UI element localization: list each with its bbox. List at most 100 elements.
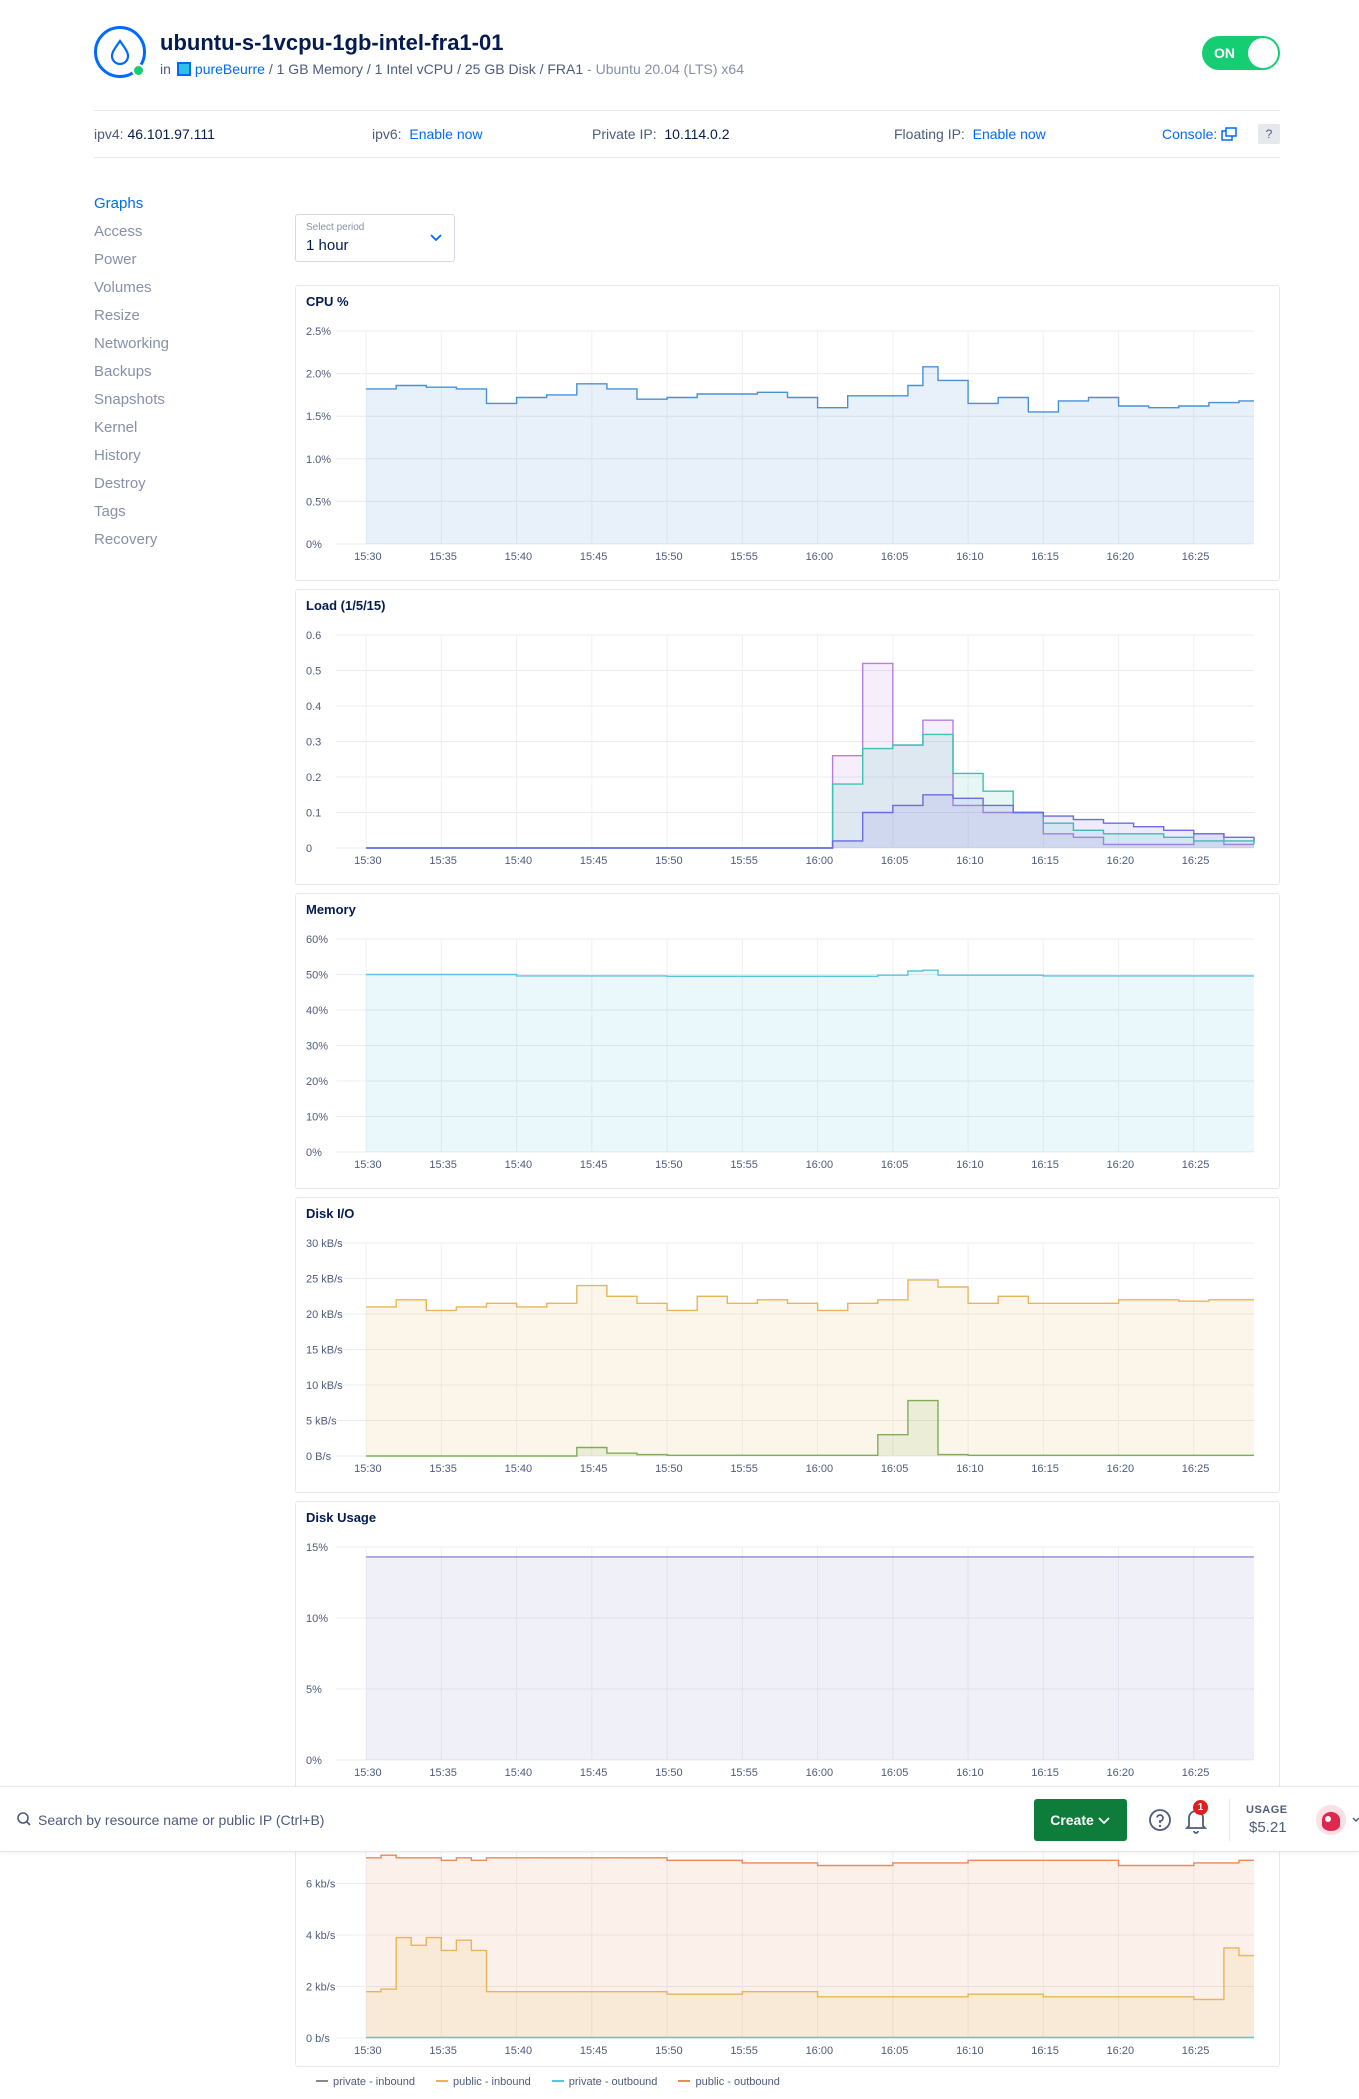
x-tick-label: 15:55: [730, 855, 758, 867]
chart-card-memory: 0% 10% 20% 30% 40% 50% 60% 15:30 15:35 15:40 15:45…: [295, 893, 1280, 1189]
private-ip-info: Private IP: 10.114.0.2: [592, 126, 730, 142]
sidebar-item-graphs[interactable]: Graphs: [94, 190, 254, 218]
private-ip-value[interactable]: 10.114.0.2: [664, 126, 729, 142]
droplet-graphs-page: { "droplet": { "name": "ubuntu-s-1vcpu-1…: [0, 0, 1359, 2099]
bandwidth-legend: private - inbound public - inbound priva…: [316, 2076, 798, 2088]
x-tick-label: 16:00: [806, 855, 834, 867]
x-tick-label: 15:55: [730, 1463, 758, 1475]
y-tick-label: 1.5%: [306, 411, 331, 423]
x-tick-label: 16:00: [806, 1159, 834, 1171]
y-tick-label: 0.4: [306, 701, 321, 713]
droplet-specs: / 1 GB Memory / 1 Intel vCPU / 25 GB Dis…: [264, 61, 584, 77]
sidebar-item-tags[interactable]: Tags: [94, 498, 254, 526]
period-select-value: 1 hour: [306, 237, 349, 254]
x-tick-label: 15:30: [354, 1463, 382, 1475]
legend-item[interactable]: public - inbound: [436, 2076, 531, 2088]
floating-ip-label: Floating IP:: [894, 126, 965, 142]
legend-item[interactable]: private - outbound: [551, 2076, 657, 2088]
chart-svg: 0 B/s 5 kB/s 10 kB/s 15 kB/s 20 kB/s 25 kB/s 3…: [306, 1238, 1255, 1475]
sidebar-item-volumes[interactable]: Volumes: [94, 274, 254, 302]
x-tick-label: 16:20: [1107, 1159, 1135, 1171]
y-tick-label: 0.3: [306, 737, 321, 749]
floating-ip-enable-link[interactable]: Enable now: [973, 126, 1046, 142]
sidebar-item-destroy[interactable]: Destroy: [94, 470, 254, 498]
legend-item[interactable]: private - inbound: [316, 2076, 415, 2088]
sidebar-item-kernel[interactable]: Kernel: [94, 414, 254, 442]
console-help-button[interactable]: ?: [1258, 124, 1280, 144]
droplet-sidebar: Graphs Access Power Volumes Resize Netwo…: [94, 190, 254, 554]
y-tick-label: 10 kB/s: [306, 1380, 343, 1392]
avatar[interactable]: [1316, 1805, 1346, 1835]
y-tick-label: 0 b/s: [306, 2033, 330, 2045]
avatar-image: [1316, 1805, 1346, 1835]
chevron-down-icon[interactable]: [1352, 1817, 1359, 1823]
console-link[interactable]: Console:: [1162, 126, 1237, 142]
project-icon: [176, 62, 191, 76]
series-area: [366, 366, 1255, 544]
legend-label: private - inbound: [333, 2076, 415, 2088]
chart-card-disk-usage: 0% 5% 10% 15% 15:30 15:35 15:40 15:45 15:50 15:55…: [295, 1501, 1280, 1797]
legend-item[interactable]: public - outbound: [678, 2076, 780, 2088]
x-tick-label: 16:10: [956, 551, 984, 563]
y-tick-label: 15%: [306, 1542, 328, 1554]
y-tick-label: 4 kb/s: [306, 1930, 336, 1942]
series-area: [366, 663, 1255, 848]
console-label: Console:: [1162, 126, 1218, 142]
y-tick-label: 2.0%: [306, 369, 331, 381]
sidebar-item-snapshots[interactable]: Snapshots: [94, 386, 254, 414]
x-tick-label: 15:50: [655, 1463, 683, 1475]
period-select[interactable]: Select period 1 hour: [295, 214, 455, 262]
legend-label: public - outbound: [695, 2076, 780, 2088]
y-tick-label: 0%: [306, 1147, 322, 1159]
x-tick-label: 16:10: [956, 2045, 984, 2057]
x-tick-label: 16:15: [1031, 551, 1059, 563]
y-tick-label: 2 kb/s: [306, 1982, 336, 1994]
usage-value[interactable]: $5.21: [1249, 1819, 1287, 1836]
top-nav-bar: Create 1 USAGE $5.21: [0, 1786, 1359, 1852]
y-tick-label: 30 kB/s: [306, 1238, 343, 1250]
x-tick-label: 15:40: [505, 1159, 533, 1171]
y-tick-label: 10%: [306, 1613, 328, 1625]
sidebar-item-resize[interactable]: Resize: [94, 302, 254, 330]
create-button-label: Create: [1050, 1812, 1094, 1828]
sidebar-item-networking[interactable]: Networking: [94, 330, 254, 358]
y-tick-label: 5 kB/s: [306, 1416, 337, 1428]
sidebar-item-access[interactable]: Access: [94, 218, 254, 246]
series-line[interactable]: [366, 662, 1254, 849]
chart-title: CPU %: [306, 294, 349, 309]
x-tick-label: 16:05: [881, 1767, 909, 1779]
x-tick-label: 16:20: [1107, 855, 1135, 867]
x-tick-label: 15:35: [429, 1159, 457, 1171]
create-button[interactable]: Create: [1034, 1799, 1127, 1841]
x-tick-label: 15:50: [655, 855, 683, 867]
x-tick-label: 16:25: [1182, 1767, 1210, 1779]
x-tick-label: 16:20: [1107, 1463, 1135, 1475]
x-tick-label: 15:40: [505, 1463, 533, 1475]
x-tick-label: 16:00: [806, 2045, 834, 2057]
chart-title: Disk I/O: [306, 1206, 355, 1221]
x-tick-label: 16:20: [1107, 2045, 1135, 2057]
chart-svg: 0% 5% 10% 15% 15:30 15:35 15:40 15:45 15:50 15:55…: [306, 1542, 1255, 1779]
sidebar-item-recovery[interactable]: Recovery: [94, 526, 254, 554]
power-toggle[interactable]: ON: [1202, 36, 1280, 70]
sidebar-item-power[interactable]: Power: [94, 246, 254, 274]
y-tick-label: 20%: [306, 1076, 328, 1088]
project-link[interactable]: pureBeurre: [195, 61, 265, 77]
x-tick-label: 15:45: [580, 2045, 608, 2057]
sidebar-item-backups[interactable]: Backups: [94, 358, 254, 386]
x-tick-label: 16:25: [1182, 2045, 1210, 2057]
ipv6-enable-link[interactable]: Enable now: [409, 126, 482, 142]
series-area: [366, 970, 1255, 1152]
y-tick-label: 0: [306, 843, 312, 855]
x-tick-label: 15:50: [655, 551, 683, 563]
legend-swatch: [316, 2080, 328, 2082]
help-icon[interactable]: [1148, 1808, 1172, 1832]
x-tick-label: 16:25: [1182, 551, 1210, 563]
sidebar-item-history[interactable]: History: [94, 442, 254, 470]
x-tick-label: 15:45: [580, 1159, 608, 1171]
x-tick-label: 15:45: [580, 551, 608, 563]
ipv4-value[interactable]: 46.101.97.111: [127, 126, 214, 142]
droplet-name: ubuntu-s-1vcpu-1gb-intel-fra1-01: [160, 30, 504, 55]
chart-title: Load (1/5/15): [306, 598, 386, 613]
search-input[interactable]: [38, 1803, 638, 1837]
